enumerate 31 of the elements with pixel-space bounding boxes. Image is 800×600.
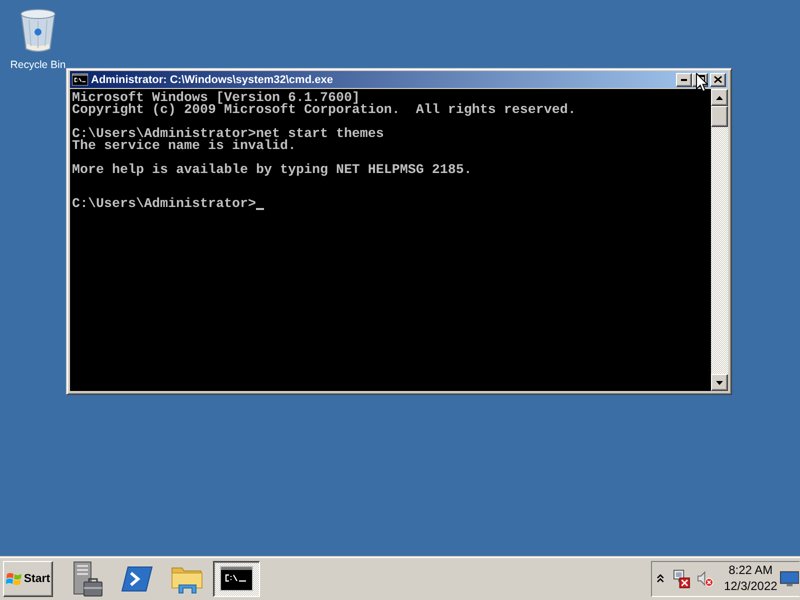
prompt-chevron-icon [120, 566, 152, 592]
recycle-bin-icon[interactable] [18, 8, 58, 54]
scroll-thumb[interactable] [711, 106, 728, 127]
window-title: Administrator: C:\Windows\system32\cmd.exe [91, 74, 333, 86]
chevron-up-icon[interactable] [657, 574, 664, 583]
network-error-icon[interactable] [672, 568, 690, 588]
monitor-icon[interactable] [780, 570, 800, 586]
up-arrow-icon [716, 96, 723, 100]
terminal-icon [220, 566, 253, 591]
console-line: The service name is invalid. [72, 141, 296, 153]
close-icon [714, 76, 722, 83]
clock-date[interactable]: 12/3/2022 [724, 580, 778, 593]
console-icon[interactable] [72, 73, 88, 86]
scroll-up-button[interactable] [711, 89, 728, 106]
taskbar-button[interactable] [213, 560, 260, 596]
scrollbar-track[interactable] [711, 89, 728, 391]
clock-time[interactable]: 8:22 AM [728, 564, 773, 577]
server-toolbox-icon [70, 560, 102, 596]
minimize-icon [681, 78, 687, 80]
minimize-button[interactable] [676, 72, 692, 86]
speaker-error-icon[interactable] [697, 570, 714, 587]
console-line: Copyright (c) 2009 Microsoft Corporation. All rights reserved. [72, 105, 576, 117]
close-button[interactable] [710, 72, 726, 86]
down-arrow-icon [716, 380, 723, 384]
windows-logo-icon [6, 572, 22, 586]
start-button[interactable]: Start [3, 560, 53, 596]
scroll-down-button[interactable] [711, 374, 728, 391]
text-caret-icon [256, 208, 264, 210]
console-prompt: C:\Users\Administrator> [72, 199, 256, 211]
console-line: More help is available by typing NET HELPMSG 2185. [72, 165, 472, 177]
desktop-icon-label[interactable]: Recycle Bin [10, 59, 66, 72]
